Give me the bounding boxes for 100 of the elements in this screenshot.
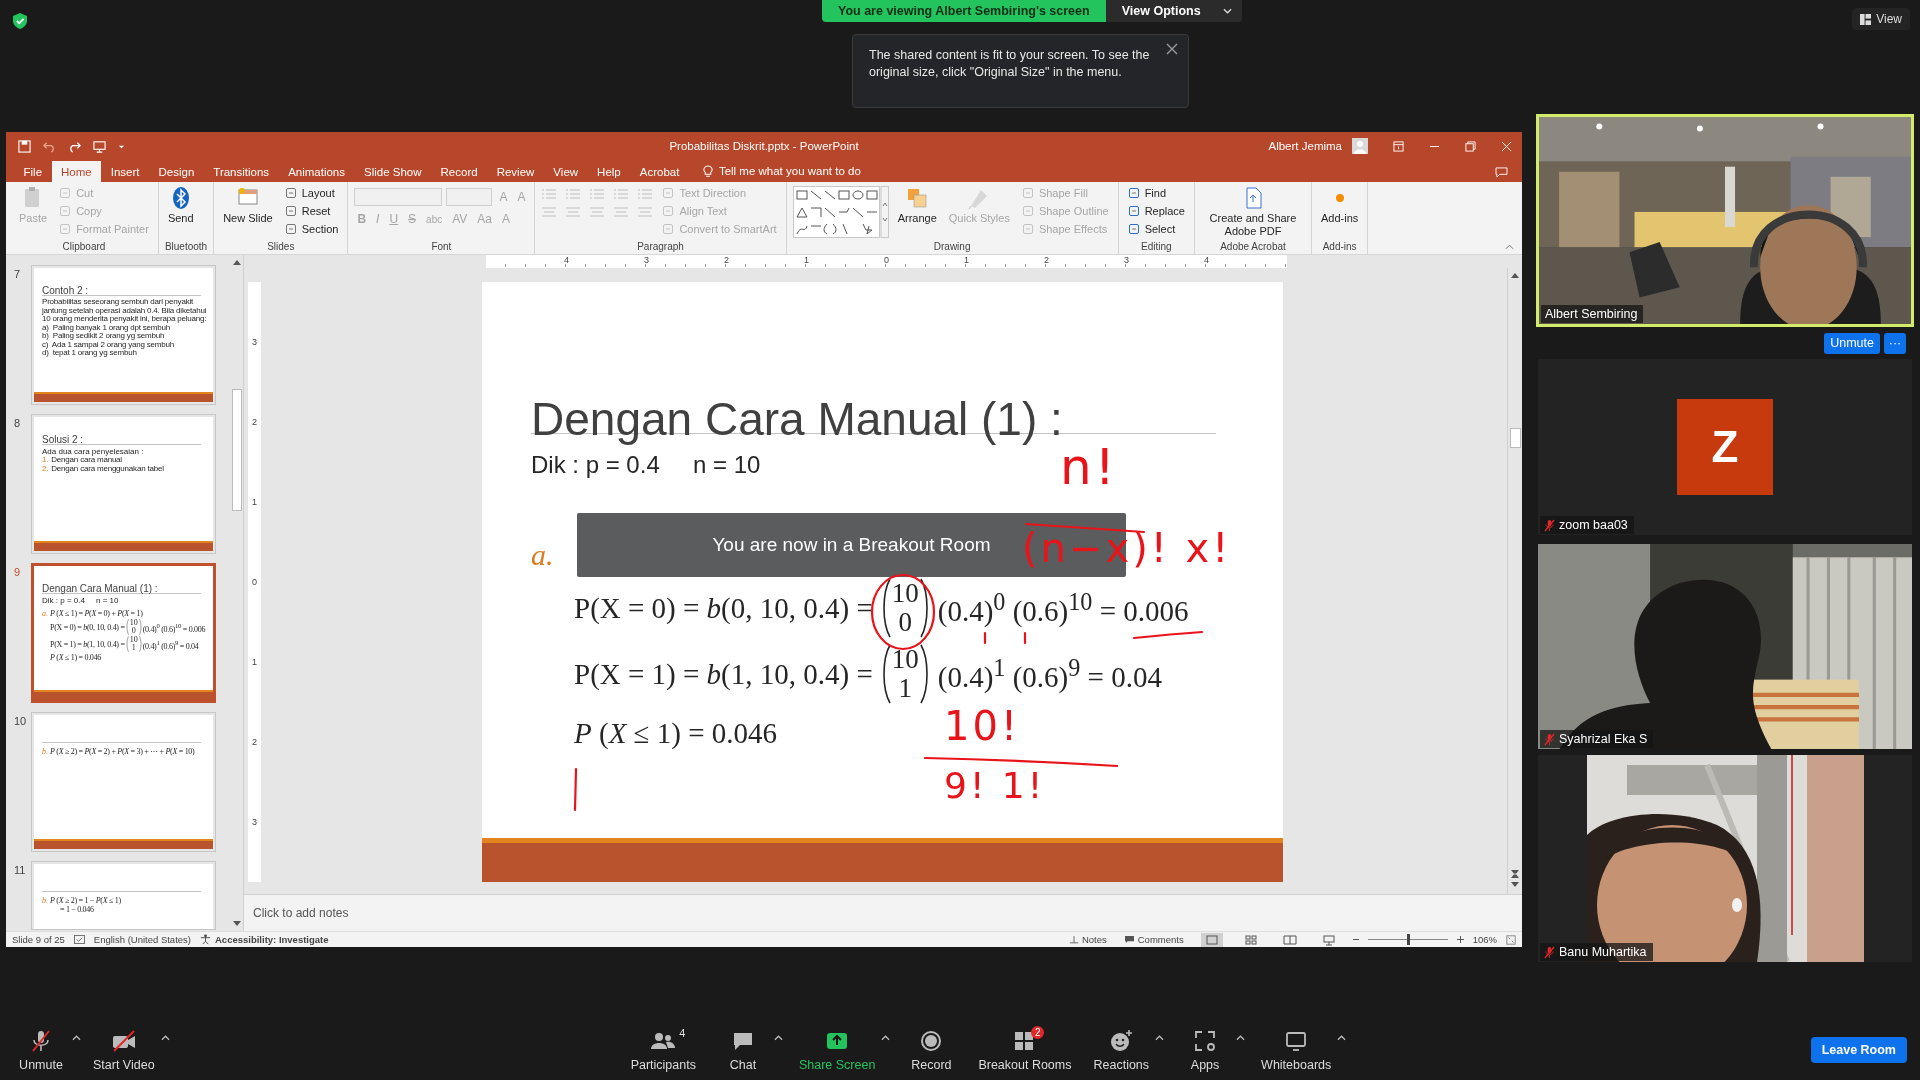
binomial-bottom: 1	[898, 674, 913, 703]
participant-name: Syahrizal Eka S	[1540, 730, 1654, 748]
search-field[interactable]: Tell me what you want to do	[718, 161, 861, 182]
ribbon-button[interactable]: Layout	[281, 184, 342, 202]
language-label[interactable]: English (United States)	[93, 934, 191, 945]
handwritten-note: n!	[1060, 442, 1118, 492]
ruler-number: 4	[563, 255, 570, 267]
view-button[interactable]: View	[1852, 8, 1910, 30]
ribbon-tab[interactable]: Slide Show	[354, 161, 432, 182]
group-label: Adobe Acrobat	[1219, 240, 1287, 254]
ruler-number: 1	[252, 656, 257, 669]
user-name[interactable]: Albert Jemima	[1268, 140, 1342, 152]
list-letter: a.	[531, 538, 555, 572]
group-label: Clipboard	[61, 240, 107, 254]
ribbon-tab[interactable]: Animations	[278, 161, 355, 182]
toolbar-button[interactable]: Reactions	[1087, 1028, 1156, 1072]
ribbon-tab[interactable]: Home	[51, 161, 102, 182]
participant-name: Banu Muhartika	[1540, 943, 1653, 961]
ribbon-button[interactable]: Arrange	[894, 184, 940, 227]
ribbon-tab[interactable]: Acrobat	[630, 161, 689, 182]
notes-placeholder[interactable]: Click to add notes	[253, 906, 349, 920]
group-label: Bluetooth	[164, 240, 208, 254]
ribbon-tab[interactable]: Review	[487, 161, 544, 182]
formula: (0.4)$^{0}$ (0.6)$^{10}$ = 0.006	[142, 620, 206, 634]
list-letter: b.	[42, 747, 49, 756]
accessibility-status[interactable]: Accessibility: Investigate	[215, 934, 329, 945]
list-number: 2.	[42, 464, 49, 473]
ruler-number: 1	[803, 255, 810, 267]
ribbon-button[interactable]: New Slide	[220, 184, 276, 227]
slide-thumbnail[interactable]: Solusi 2 : Ada dua cara penyelesaian : 1. Dengan cara manual 2. Dengan cara menggunakan tabel	[31, 414, 216, 554]
list-letter: a.	[42, 609, 49, 618]
group-label: Add-ins	[1321, 240, 1358, 254]
slide-number: 8	[13, 417, 22, 429]
leave-room-button[interactable]: Leave Room	[1810, 1037, 1907, 1063]
slide-thumbnail[interactable]: b. P (X ≥ 2) = P(X = 2) + P(X = 3) + ⋯ + P(X = 10)	[31, 712, 216, 852]
binomial-bottom: 0	[131, 627, 136, 635]
ribbon-button[interactable]: Send	[164, 184, 197, 227]
list-number: 1.	[42, 456, 49, 465]
slide-counter: Slide 9 of 25	[12, 934, 65, 945]
ribbon-tab[interactable]: Transitions	[203, 161, 279, 182]
toolbar-button[interactable]: Unmute	[10, 1028, 72, 1072]
ribbon-button[interactable]: Section	[281, 220, 342, 238]
ribbon-button[interactable]: Reset	[281, 202, 342, 220]
ribbon-button[interactable]: Select	[1124, 220, 1188, 238]
ribbon-tab[interactable]: Record	[431, 161, 488, 182]
toolbar-button[interactable]: Chat	[711, 1028, 774, 1072]
toolbar-button[interactable]: Share Screen	[792, 1028, 882, 1072]
ruler-number: 0	[883, 255, 890, 267]
ruler-number: 3	[643, 255, 650, 267]
ruler-number: 2	[252, 416, 257, 429]
binomial-bottom: 0	[898, 608, 913, 637]
formula: (0.4)$^{1}$ (0.6)$^{9}$ = 0.04	[937, 654, 1162, 694]
notes-button[interactable]: Notes	[1064, 934, 1111, 945]
toolbar-button[interactable]: Record	[900, 1028, 963, 1072]
list-item: Dengan cara manual	[51, 456, 122, 464]
ribbon-button[interactable]: Add-ins	[1318, 184, 1362, 227]
list-item: c) Ada 1 sampai 2 orang yang sembuh	[42, 340, 174, 349]
participant-name: Albert Sembiring	[1541, 305, 1644, 323]
slide-number: 9	[13, 566, 22, 578]
toolbar-button[interactable]: Whiteboards	[1255, 1028, 1338, 1072]
ruler-number: 4	[1203, 255, 1210, 267]
toolbar-button[interactable]: Apps	[1174, 1028, 1237, 1072]
formula: P (X ≤ 1) = P(X = 0) + P(X = 1)	[50, 609, 143, 618]
more-button[interactable]: ···	[1884, 332, 1906, 354]
comments-button[interactable]: Comments	[1119, 934, 1188, 945]
view-options-button[interactable]: View Options	[1105, 0, 1242, 22]
formula: P(X = 1) = b(1, 10, 0.4) =	[50, 639, 125, 649]
slide-thumbnail[interactable]: b. P (X ≥ 2) = 1 − P(X ≤ 1) = 1 − 0.046	[31, 861, 216, 930]
formula: P (X ≤ 1) = 0.046	[574, 716, 778, 751]
list-item: d) tepat 1 orang yg sembuh	[42, 349, 137, 358]
ruler-number: 2	[252, 736, 257, 749]
zoom-level[interactable]: 106%	[1472, 934, 1497, 945]
toolbar-button[interactable]: 2 Breakout Rooms	[972, 1028, 1078, 1072]
participant-name: zoom baa03	[1540, 516, 1634, 534]
slide-number: 11	[13, 864, 27, 876]
formula: P(X = 1) = b(1, 10, 0.4) =	[574, 657, 873, 691]
ruler-number: 3	[252, 816, 257, 829]
toolbar-button[interactable]: Start Video	[87, 1028, 161, 1072]
list-item: Dengan cara menggunakan tabel	[51, 464, 164, 473]
ribbon-button[interactable]: Create and Share Adobe PDF	[1201, 184, 1305, 240]
notification-badge: 2	[1030, 1025, 1045, 1039]
ribbon-tab[interactable]: Help	[587, 161, 631, 182]
ribbon-tab[interactable]: File	[14, 161, 52, 182]
formula: P (X ≤ 1) = 0.046	[50, 653, 101, 662]
body-text: Ada dua cara penyelesaian :	[42, 447, 145, 456]
ribbon-button[interactable]: Replace	[1124, 202, 1188, 220]
formula: (0.4)$^{1}$ (0.6)$^{9}$ = 0.04	[142, 637, 199, 651]
list-letter: b.	[42, 896, 49, 905]
ribbon-tab[interactable]: Insert	[101, 161, 149, 182]
ribbon-tab[interactable]: View	[543, 161, 588, 182]
ruler-number: 1	[963, 255, 970, 267]
participant-count: 4	[679, 1026, 686, 1039]
ribbon-tab[interactable]: Design	[149, 161, 204, 182]
unmute-button[interactable]: Unmute	[1824, 332, 1880, 354]
toolbar-button[interactable]: 4 Participants	[624, 1028, 702, 1072]
slide-title: Dengan Cara Manual (1) :	[531, 392, 1063, 447]
ribbon-button[interactable]: Find	[1124, 184, 1188, 202]
list-item: a) Paling banyak 1 orang dpt sembuh	[42, 323, 170, 332]
ruler-number: 3	[1123, 255, 1130, 267]
body-text: Probabilitas seseorang sembuh dari penyakit jantung setelah operasi adalah 0.4. Bila diketahui 10 orang menderita penyakit ini, berapa peluang:	[42, 298, 208, 323]
